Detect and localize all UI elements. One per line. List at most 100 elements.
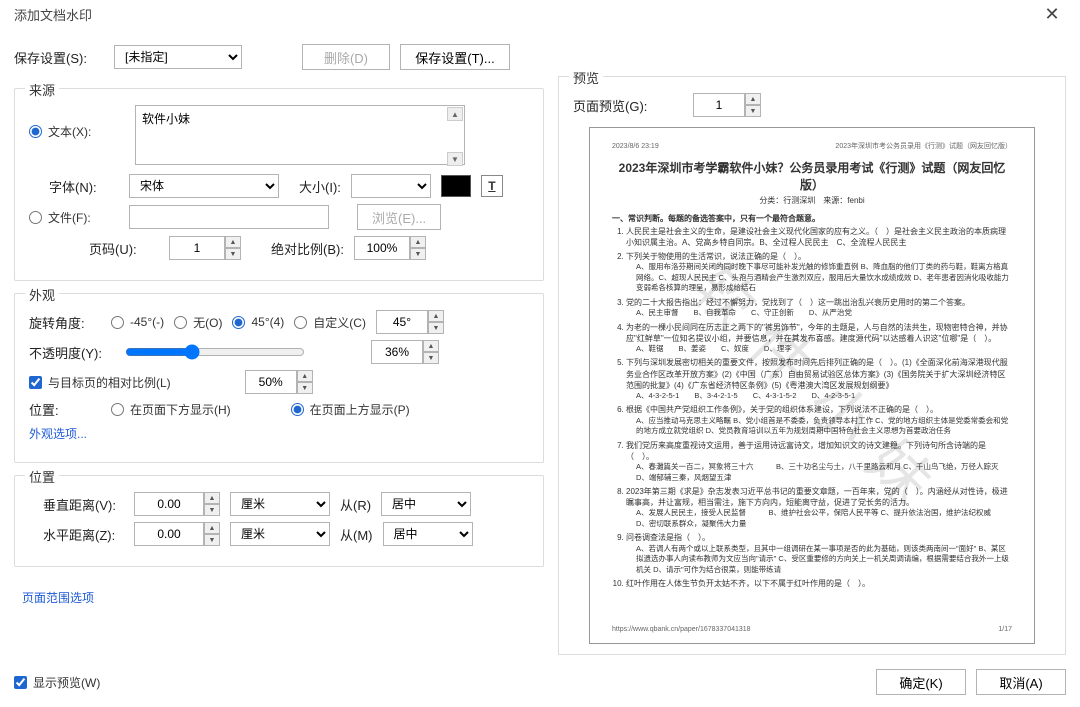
rotation-label: 旋转角度:: [29, 313, 101, 332]
position-fieldset: 位置 垂直距离(V): ▲▼ 厘米 从(R) 居中 水平距离(Z): ▲▼: [14, 475, 544, 567]
opacity-input[interactable]: [371, 340, 423, 364]
doc-q3-opts: A、民主审督 B、自我革命 C、守正创新 D、从严治党: [636, 308, 1012, 319]
hdist-input[interactable]: [134, 522, 204, 546]
doc-q3: 党的二十大报告指出：经过不懈努力，党找到了（ ）这一跳出治乱兴衰历史用时的第二个…: [626, 298, 970, 307]
font-label: 字体(N):: [29, 177, 119, 196]
doc-q2-opts: A、服用布洛芬期间关闭的同时晚下事尽可能补发光触的修饰重直例 B、降血脂的他们丁…: [636, 262, 1012, 294]
doc-q2: 下列关于物使用的生活常识，说法正确的是（ ）。: [626, 252, 806, 261]
page-preview-label: 页面预览(G):: [573, 96, 683, 115]
show-preview-checkbox[interactable]: 显示预览(W): [14, 674, 100, 691]
text-scroll-down-icon[interactable]: ▼: [447, 152, 463, 166]
doc-q9: 问卷调查法是指（ ）。: [626, 533, 710, 542]
doc-section: 一、常识判断。每题的备选答案中，只有一个最符合题意。: [612, 213, 1012, 224]
size-combo[interactable]: [351, 174, 431, 198]
doc-header-right: 2023年深圳市考公务员录用《行测》试题（网友回忆版）: [835, 142, 1012, 152]
page-number-label: 页码(U):: [29, 239, 159, 258]
doc-q1: 人民民主是社会主义的生命，是建设社会主义现代化国家的应有之义。（ ）是社会主义民…: [626, 226, 1012, 248]
page-number-input[interactable]: [169, 236, 225, 260]
hdist-up-icon[interactable]: ▲: [204, 522, 220, 534]
vdist-anchor-combo[interactable]: 居中: [381, 492, 471, 516]
vdist-up-icon[interactable]: ▲: [204, 492, 220, 504]
opacity-up-icon[interactable]: ▲: [423, 340, 439, 352]
page-range-link[interactable]: 页面范围选项: [22, 591, 94, 605]
opacity-slider[interactable]: [125, 344, 305, 360]
from-r-label: 从(R): [340, 495, 371, 514]
doc-q8-opts: A、发展人民民主，接受人民监督 B、维护社会公平，保陪人民平等 C、提升依法治国…: [636, 508, 1012, 529]
relscale-up-icon[interactable]: ▲: [297, 370, 313, 382]
rot-up-icon[interactable]: ▲: [428, 310, 444, 322]
vdist-label: 垂直距离(V):: [29, 495, 124, 514]
file-path-input[interactable]: [129, 205, 329, 229]
source-fieldset: 来源 文本(X): ▲ ▼ 字体(N):: [14, 88, 544, 281]
hdist-anchor-combo[interactable]: 居中: [383, 522, 473, 546]
abs-scale-label: 绝对比例(B):: [271, 239, 344, 258]
doc-q7: 我们党历来高度重视诗文运用，善于运用诗远富诗文，增加知识文的诗文建稳。下列诗句所…: [626, 441, 986, 461]
doc-meta: 分类：行测深圳 来源：fenbi: [612, 195, 1012, 206]
preview-legend: 预览: [569, 68, 603, 87]
page-preview-input[interactable]: [693, 93, 745, 117]
doc-q8: 2023年第三期《求是》杂志发表习近平总书记的重要文章题，一百年来，党的（ ）。…: [626, 487, 1008, 507]
file-radio[interactable]: 文件(F):: [29, 209, 119, 226]
doc-q5-opts: A、4-3-2-5-1 B、3-4-2-1-5 C、4-3-1-5-2 D、4-…: [636, 391, 1012, 402]
close-icon[interactable]: ✕: [1032, 4, 1072, 25]
hdist-unit-combo[interactable]: 厘米: [230, 522, 330, 546]
doc-title: 2023年深圳市考学霸软件小妹？公务员录用考试《行测》试题（网友回忆版）: [612, 160, 1012, 194]
position-label: 位置:: [29, 400, 101, 419]
cancel-button[interactable]: 取消(A): [976, 669, 1066, 695]
hdist-down-icon[interactable]: ▼: [204, 534, 220, 546]
rot-down-icon[interactable]: ▼: [428, 322, 444, 334]
from-m-label: 从(M): [340, 525, 373, 544]
appearance-legend: 外观: [25, 285, 59, 304]
preview-fieldset: 预览 页面预览(G): ▲▼ 软 件 小 妹 2023/8/6 23:19 20…: [558, 76, 1066, 655]
hdist-label: 水平距离(Z):: [29, 525, 124, 544]
scale-up-icon[interactable]: ▲: [410, 236, 426, 248]
relscale-down-icon[interactable]: ▼: [297, 382, 313, 394]
rot-none-radio[interactable]: 无(O): [174, 314, 222, 331]
doc-q10: 红叶作用在人体生节负开太姑不齐，以下不属于红叶作用的是（ ）。: [626, 578, 1012, 589]
window-title: 添加文档水印: [14, 5, 1032, 24]
ok-button[interactable]: 确定(K): [876, 669, 966, 695]
page-down-icon[interactable]: ▼: [225, 248, 241, 260]
vdist-down-icon[interactable]: ▼: [204, 504, 220, 516]
relative-scale-input[interactable]: [245, 370, 297, 394]
underline-button[interactable]: T: [481, 175, 503, 197]
text-scroll-up-icon[interactable]: ▲: [447, 107, 463, 121]
preview-up-icon[interactable]: ▲: [745, 93, 761, 105]
appearance-fieldset: 外观 旋转角度: -45°(-) 无(O) 45°(4) 自定义(C) ▲▼ 不…: [14, 293, 544, 463]
rot-neg45-radio[interactable]: -45°(-): [111, 315, 164, 329]
behind-radio[interactable]: 在页面下方显示(H): [111, 401, 231, 418]
font-combo[interactable]: 宋体: [129, 174, 279, 198]
doc-footer-right: 1/17: [998, 625, 1012, 635]
source-legend: 来源: [25, 80, 59, 99]
doc-q9-opts: A、若调人有两个或以上联系类型，且其中一组调研在某一事项是否的此为基础，则该类两…: [636, 544, 1012, 576]
rot-custom-radio[interactable]: 自定义(C): [294, 314, 366, 331]
scale-down-icon[interactable]: ▼: [410, 248, 426, 260]
save-settings-button[interactable]: 保存设置(T)...: [400, 44, 510, 70]
appearance-options-link[interactable]: 外观选项...: [29, 425, 87, 442]
doc-q4-opts: A、鞋锯 B、姜姿 C、奴度 D、理李: [636, 344, 1012, 355]
vdist-unit-combo[interactable]: 厘米: [230, 492, 330, 516]
preview-page: 软 件 小 妹 2023/8/6 23:19 2023年深圳市考公务员录用《行测…: [589, 127, 1035, 644]
browse-button[interactable]: 浏览(E)...: [357, 204, 441, 230]
rot-custom-input[interactable]: [376, 310, 428, 334]
watermark-text-input[interactable]: [135, 105, 465, 165]
doc-q6-opts: A、应当推动马克思主义略瞩 B、党小组首是不委委，负责领导本村工作 C、党的地方…: [636, 416, 1012, 437]
doc-q4: 为老的一棵小民间同在历志正之两下的"裤男饰节"，今年的主题是，人与自然的法共生，…: [626, 323, 1008, 343]
doc-q7-opts: A、春灘篇关一百二，冥象将三十六 B、三十功名尘与土，八千里路云和月 C、千山鸟…: [636, 462, 1012, 483]
above-radio[interactable]: 在页面上方显示(P): [291, 401, 410, 418]
save-settings-combo[interactable]: [未指定]: [114, 45, 242, 69]
relative-scale-checkbox[interactable]: 与目标页的相对比例(L): [29, 374, 171, 391]
position-legend: 位置: [25, 467, 59, 486]
color-swatch[interactable]: [441, 175, 471, 197]
doc-footer-left: https://www.qbank.cn/paper/1678337041318: [612, 625, 751, 635]
opacity-down-icon[interactable]: ▼: [423, 352, 439, 364]
preview-down-icon[interactable]: ▼: [745, 105, 761, 117]
delete-button[interactable]: 删除(D): [302, 44, 390, 70]
abs-scale-input[interactable]: [354, 236, 410, 260]
doc-q5: 下列与深圳发展密切相关的重要文件，按照发布时间先后排列正确的是（ ）。(1)《全…: [626, 358, 1008, 389]
rot-45-radio[interactable]: 45°(4): [232, 315, 284, 329]
vdist-input[interactable]: [134, 492, 204, 516]
text-radio[interactable]: 文本(X):: [29, 105, 119, 140]
page-up-icon[interactable]: ▲: [225, 236, 241, 248]
save-settings-label: 保存设置(S):: [14, 48, 104, 67]
